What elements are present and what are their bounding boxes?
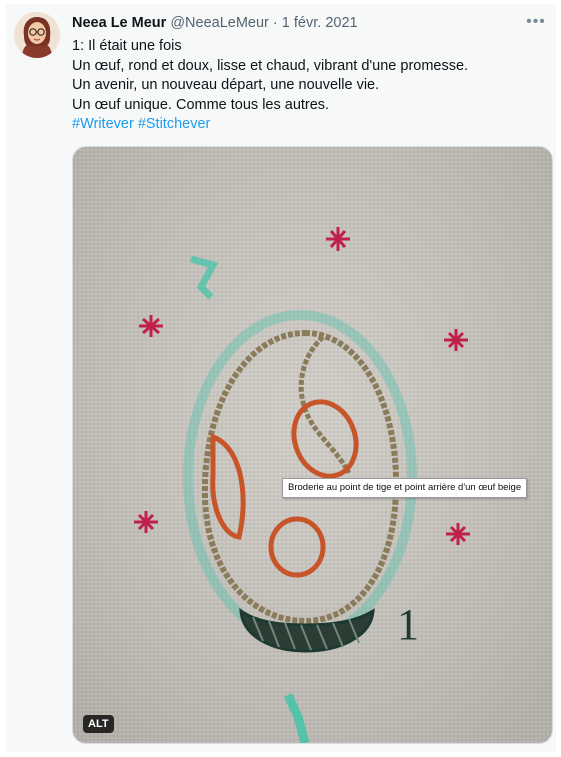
tweet-media-image[interactable]: 1 ALT [72,146,553,744]
hashtag-link[interactable]: #Stitchever [138,116,211,132]
tweet-line: Un œuf unique. Comme tous les autres. [72,96,330,113]
tweet-line: 1: Il était une fois [72,38,182,54]
stitched-number: 1 [397,600,419,649]
hashtag-link[interactable]: #Writever [72,116,134,132]
author-name[interactable]: Neea Le Meur [72,15,166,31]
avatar-illustration [14,12,60,58]
embroidery-photo: 1 [73,147,552,743]
tweet-line: Un œuf, rond et doux, lisse et chaud, vi… [72,57,469,74]
tweet-text: 1: Il était une fois Un œuf, rond et dou… [72,37,468,135]
more-options-icon[interactable]: ••• [524,12,548,32]
hashtags: #Writever #Stitchever [72,115,468,135]
author-handle[interactable]: @NeeaLeMeur [170,15,269,31]
separator-dot: · [272,15,278,31]
tweet-header: Neea Le Meur @NeeaLeMeur · 1 févr. 2021 [72,14,358,32]
tweet-card[interactable]: Neea Le Meur @NeeaLeMeur · 1 févr. 2021 … [6,4,556,752]
tweet-date[interactable]: 1 févr. 2021 [282,15,358,31]
tweet-line: Un avenir, un nouveau départ, une nouvel… [72,77,380,93]
avatar[interactable] [14,12,60,58]
alt-text-badge[interactable]: ALT [83,715,114,733]
alt-text-tooltip: Broderie au point de tige et point arriè… [282,478,528,498]
